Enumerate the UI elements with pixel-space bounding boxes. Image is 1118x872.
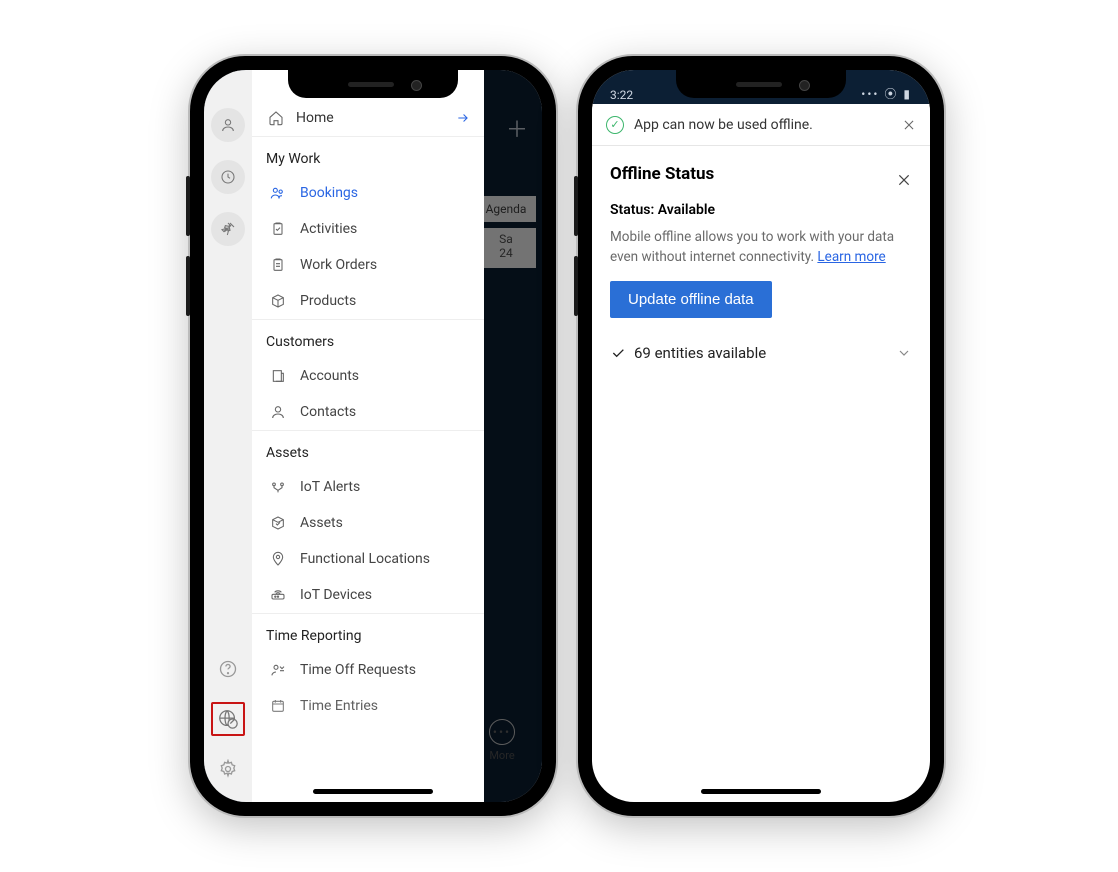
nav-item-label: Functional Locations	[290, 551, 430, 567]
status-description: Mobile offline allows you to work with y…	[610, 228, 912, 267]
nav-item-label: Products	[290, 293, 356, 309]
nav-functional-locations[interactable]: Functional Locations	[252, 541, 484, 577]
nav-assets[interactable]: Assets	[252, 505, 484, 541]
nav-time-entries[interactable]: Time Entries	[252, 688, 484, 724]
nav-rail	[204, 70, 252, 802]
gear-icon	[218, 759, 238, 779]
status-icons: ••• ⦿ ▮	[861, 85, 912, 102]
rail-help-button[interactable]	[211, 652, 245, 686]
document-icon	[266, 368, 290, 384]
toast-message: App can now be used offline.	[634, 117, 902, 133]
nav-item-label: Time Off Requests	[290, 662, 416, 678]
nav-contacts[interactable]: Contacts	[252, 394, 484, 430]
nav-item-label: Activities	[290, 221, 357, 237]
nav-item-label: Accounts	[290, 368, 359, 384]
phone-notch	[676, 70, 846, 98]
time-off-icon	[266, 662, 290, 678]
nav-item-label: IoT Devices	[290, 587, 372, 603]
status-line: Status: Available	[610, 202, 912, 218]
box-icon	[266, 293, 290, 309]
person-icon	[220, 117, 236, 133]
nav-time-off[interactable]: Time Off Requests	[252, 652, 484, 688]
clock-icon	[220, 169, 236, 185]
nav-item-label: Bookings	[290, 185, 358, 201]
arrow-right-icon	[454, 111, 472, 125]
section-assets: Assets	[252, 431, 484, 469]
nav-iot-devices[interactable]: IoT Devices	[252, 577, 484, 613]
rail-pin-button[interactable]	[211, 212, 245, 246]
learn-more-link[interactable]: Learn more	[817, 249, 885, 265]
phone-frame-left: ＋ Agenda Sa 24 ••• More	[190, 56, 556, 816]
nav-home-label: Home	[288, 110, 454, 126]
page-title: Offline Status	[610, 164, 896, 184]
nav-iot-alerts[interactable]: IoT Alerts	[252, 469, 484, 505]
nav-bookings[interactable]: Bookings	[252, 175, 484, 211]
offline-toast: ✓ App can now be used offline.	[592, 104, 930, 146]
nav-accounts[interactable]: Accounts	[252, 358, 484, 394]
entities-label: 69 entities available	[634, 344, 896, 362]
section-my-work: My Work	[252, 137, 484, 175]
globe-offline-icon	[217, 708, 239, 730]
router-icon	[266, 587, 290, 603]
nav-item-label: Time Entries	[290, 698, 378, 714]
nav-work-orders[interactable]: Work Orders	[252, 247, 484, 283]
nav-activities[interactable]: Activities	[252, 211, 484, 247]
entities-expander[interactable]: 69 entities available	[610, 336, 912, 370]
nav-item-label: Work Orders	[290, 257, 377, 273]
home-indicator[interactable]	[701, 789, 821, 794]
check-icon	[610, 345, 634, 361]
clipboard-icon	[266, 257, 290, 273]
home-icon	[264, 110, 288, 126]
offline-status-panel: Offline Status Status: Available Mobile …	[592, 146, 930, 802]
calendar-icon	[266, 698, 290, 714]
rail-recent-button[interactable]	[211, 160, 245, 194]
clipboard-check-icon	[266, 221, 290, 237]
nav-drawer: Home My Work Bookings Activities Work O	[252, 70, 484, 802]
close-icon	[896, 172, 912, 188]
nav-item-label: IoT Alerts	[290, 479, 360, 495]
phone-notch	[288, 70, 458, 98]
pin-icon	[220, 221, 236, 237]
home-indicator[interactable]	[313, 789, 433, 794]
person-icon	[266, 404, 290, 420]
update-offline-data-button[interactable]: Update offline data	[610, 281, 772, 318]
nav-item-label: Assets	[290, 515, 343, 531]
help-icon	[218, 659, 238, 679]
rail-offline-button[interactable]	[211, 702, 245, 736]
nav-item-label: Contacts	[290, 404, 356, 420]
nav-home[interactable]: Home	[252, 100, 484, 137]
panel-close-button[interactable]	[896, 172, 912, 188]
section-time-reporting: Time Reporting	[252, 614, 484, 652]
toast-close-button[interactable]	[902, 118, 916, 132]
alert-icon	[266, 479, 290, 495]
section-customers: Customers	[252, 320, 484, 358]
status-time: 3:22	[610, 88, 633, 102]
success-icon: ✓	[606, 116, 624, 134]
rail-settings-button[interactable]	[211, 752, 245, 786]
chevron-down-icon	[896, 345, 912, 361]
rail-profile-button[interactable]	[211, 108, 245, 142]
people-icon	[266, 185, 290, 201]
phone-frame-right: 3:22 ••• ⦿ ▮ ✓ App can now be used offli…	[578, 56, 944, 816]
box-check-icon	[266, 515, 290, 531]
map-pin-icon	[266, 551, 290, 567]
nav-products[interactable]: Products	[252, 283, 484, 319]
close-icon	[902, 118, 916, 132]
